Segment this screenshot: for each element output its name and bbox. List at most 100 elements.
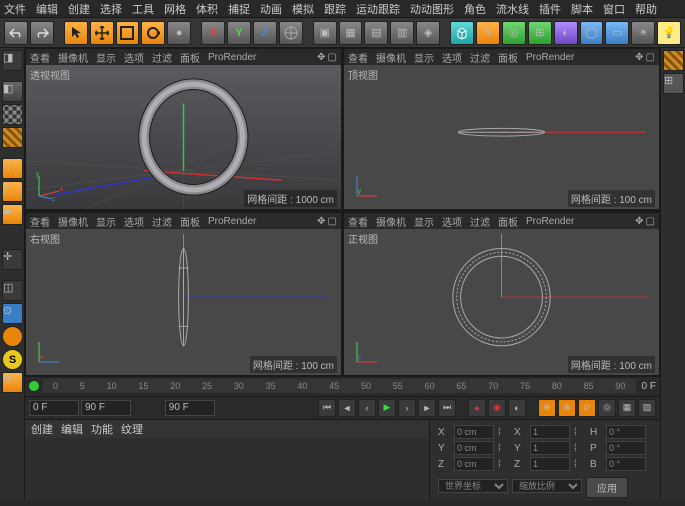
render-view-button[interactable]: ▣	[313, 21, 337, 45]
key-pos-button[interactable]: ⊕	[538, 399, 556, 417]
menu-mesh[interactable]: 网格	[164, 1, 186, 17]
pos-z-input[interactable]	[454, 457, 494, 471]
viewport-perspective[interactable]: 查看 摄像机 显示 选项 过滤 面板 ProRender ✥▢	[25, 48, 342, 210]
tab-texture[interactable]: 纹理	[121, 421, 143, 437]
enable-axis[interactable]: ✛	[2, 249, 23, 270]
snap-toggle[interactable]: ⊙	[2, 303, 23, 324]
texture-mode[interactable]	[2, 104, 23, 125]
timeline-ruler[interactable]: 051015202530354045505560657075808590 0 F	[25, 376, 660, 396]
vp-filter[interactable]: 过滤	[152, 50, 172, 65]
undo-button[interactable]	[4, 21, 28, 45]
start-frame-input[interactable]	[29, 400, 79, 416]
move-tool[interactable]	[90, 21, 114, 45]
end-frame-input[interactable]	[165, 400, 215, 416]
menu-plugins[interactable]: 插件	[539, 1, 561, 17]
polygon-mode[interactable]: ▰	[2, 204, 23, 225]
timeline-marker[interactable]	[29, 381, 39, 391]
vp-max-icon[interactable]: ▢	[328, 52, 337, 63]
current-frame-input[interactable]	[81, 400, 131, 416]
redo-button[interactable]	[30, 21, 54, 45]
workplane-mode[interactable]	[2, 127, 23, 148]
workplane-snap[interactable]	[2, 326, 23, 347]
tab-edit[interactable]: 编辑	[61, 421, 83, 437]
key-opt-button[interactable]: ▧	[638, 399, 656, 417]
model-mode[interactable]: ◧	[2, 81, 23, 102]
keyframe-sel-button[interactable]: ◐	[508, 399, 526, 417]
menu-window[interactable]: 窗口	[603, 1, 625, 17]
key-pla-button[interactable]: ▦	[618, 399, 636, 417]
bulb-button[interactable]: 💡	[657, 21, 681, 45]
pos-x-input[interactable]	[454, 425, 494, 439]
cube-primitive[interactable]	[450, 21, 474, 45]
edge-mode[interactable]: ╱	[2, 181, 23, 202]
vp-nav-icon[interactable]: ✥	[317, 52, 325, 63]
menu-select[interactable]: 选择	[100, 1, 122, 17]
picture-viewer-button[interactable]: ◈	[416, 21, 440, 45]
rot-p-input[interactable]	[606, 441, 646, 455]
rotate-tool[interactable]	[141, 21, 165, 45]
select-tool[interactable]	[64, 21, 88, 45]
key-scale-button[interactable]: ⊗	[558, 399, 576, 417]
goto-start-button[interactable]: ⏮	[318, 399, 336, 417]
scale-tool[interactable]	[116, 21, 140, 45]
subdiv-generator[interactable]: ◎	[502, 21, 526, 45]
content-browser-icon[interactable]	[663, 50, 684, 71]
key-param-button[interactable]: ◎	[598, 399, 616, 417]
menu-simulate[interactable]: 模拟	[292, 1, 314, 17]
next-frame-button[interactable]: ›	[398, 399, 416, 417]
rot-b-input[interactable]	[606, 457, 646, 471]
apply-button[interactable]: 应用	[586, 477, 628, 498]
deformer-button[interactable]: ◐	[554, 21, 578, 45]
camera-button[interactable]: ▭	[605, 21, 629, 45]
viewport-front[interactable]: 查看摄像机显示选项过滤面板ProRender✥▢ z 正视图 网格间距 : 10…	[342, 212, 660, 376]
scale-x-input[interactable]	[530, 425, 570, 439]
coord-space-select[interactable]: 世界坐标	[438, 479, 508, 493]
menu-pipeline[interactable]: 流水线	[496, 1, 529, 17]
render-setting-button[interactable]: ▥	[390, 21, 414, 45]
menu-motion[interactable]: 运动跟踪	[356, 1, 400, 17]
y-axis-lock[interactable]: Y	[227, 21, 251, 45]
last-tool[interactable]: ●	[167, 21, 191, 45]
z-axis-lock[interactable]: Z	[253, 21, 277, 45]
scale-mode-select[interactable]: 缩放比例	[512, 479, 582, 493]
key-rot-button[interactable]: P	[578, 399, 596, 417]
vp-view[interactable]: 查看	[30, 50, 50, 65]
make-editable-button[interactable]: ◨	[2, 50, 23, 71]
menu-edit[interactable]: 编辑	[36, 1, 58, 17]
vp-panel[interactable]: 面板	[180, 50, 200, 65]
menu-snap[interactable]: 捕捉	[228, 1, 250, 17]
object-manager-icon[interactable]: ⊞	[663, 73, 684, 94]
scale-y-input[interactable]	[530, 441, 570, 455]
next-key-button[interactable]: ►	[418, 399, 436, 417]
prev-key-button[interactable]: ◄	[338, 399, 356, 417]
array-generator[interactable]: ⊞	[528, 21, 552, 45]
tweak-mode[interactable]: ↺	[2, 372, 23, 393]
tab-create[interactable]: 创建	[31, 421, 53, 437]
environment-button[interactable]: ◯	[580, 21, 604, 45]
autokey-button[interactable]: ◉	[488, 399, 506, 417]
render-pv-button[interactable]: ▤	[364, 21, 388, 45]
menu-tools[interactable]: 工具	[132, 1, 154, 17]
menu-character[interactable]: 角色	[464, 1, 486, 17]
menu-file[interactable]: 文件	[4, 1, 26, 17]
tab-function[interactable]: 功能	[91, 421, 113, 437]
vp-camera[interactable]: 摄像机	[58, 50, 88, 65]
menu-mograph[interactable]: 动动图形	[410, 1, 454, 17]
coord-system[interactable]	[279, 21, 303, 45]
goto-end-button[interactable]: ⏭	[438, 399, 456, 417]
menu-create[interactable]: 创建	[68, 1, 90, 17]
prev-frame-button[interactable]: ‹	[358, 399, 376, 417]
scale-z-input[interactable]	[530, 457, 570, 471]
material-manager[interactable]: 创建 编辑 功能 纹理	[25, 420, 430, 501]
pen-tool[interactable]: ✎	[476, 21, 500, 45]
viewport-solo[interactable]: ◫	[2, 280, 23, 301]
render-region-button[interactable]: ▦	[339, 21, 363, 45]
vp-options[interactable]: 选项	[124, 50, 144, 65]
pos-y-input[interactable]	[454, 441, 494, 455]
x-axis-lock[interactable]: X	[201, 21, 225, 45]
rot-h-input[interactable]	[606, 425, 646, 439]
vp-prorender[interactable]: ProRender	[208, 52, 256, 63]
viewport-right[interactable]: 查看摄像机显示选项过滤面板ProRender✥▢ x 右视图 网格间距 : 10…	[25, 212, 342, 376]
menu-help[interactable]: 帮助	[635, 1, 657, 17]
play-button[interactable]: ▶	[378, 399, 396, 417]
